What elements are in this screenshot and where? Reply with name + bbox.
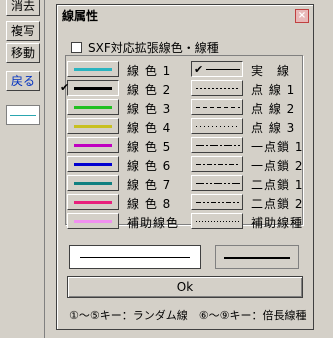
color-swatch — [74, 87, 112, 90]
dialog-title: 線属性 — [62, 9, 99, 23]
checkbox-box[interactable] — [71, 42, 82, 53]
line-pattern-sample — [196, 202, 240, 203]
line-type-solid-button[interactable]: ✔ — [191, 61, 243, 77]
color-swatch — [74, 163, 112, 166]
selected-check-icon: ✔ — [194, 63, 204, 76]
line-color-5-button[interactable] — [67, 137, 119, 153]
line-type-label: 一点鎖 2 — [251, 159, 304, 173]
line-pattern-sample — [196, 88, 240, 89]
ok-button[interactable]: Ok — [67, 276, 303, 298]
line-type-dot3-button[interactable] — [191, 118, 243, 134]
help-text: ①～⑤キー：ランダム線 ⑥～⑨キー：倍長線種 — [69, 309, 307, 322]
line-color-label: 線 色 6 — [127, 159, 172, 173]
line-color-label: 線 色 3 — [127, 102, 172, 116]
line-type-dot1-button[interactable] — [191, 80, 243, 96]
line-color-label: 線 色 7 — [127, 178, 172, 192]
line-type-dashdot1-button[interactable] — [191, 137, 243, 153]
line-pattern-sample — [196, 145, 240, 146]
line-type-label: 二点鎖 2 — [251, 197, 304, 211]
line-type-dashdot2-button[interactable] — [191, 156, 243, 172]
line-type-label: 点 線 1 — [251, 83, 296, 97]
line-pattern-sample — [196, 164, 240, 165]
color-swatch — [74, 144, 112, 147]
line-type-label: 補助線種 — [251, 216, 304, 230]
line-color-7-button[interactable] — [67, 175, 119, 191]
line-color-label: 線 色 8 — [127, 197, 172, 211]
line-color-4-button[interactable] — [67, 118, 119, 134]
erase-button[interactable]: 消去 — [6, 0, 40, 16]
line-color-8-button[interactable] — [67, 194, 119, 210]
line-color-label: 線 色 4 — [127, 121, 172, 135]
line-type-label: 実 線 — [251, 64, 291, 78]
move-button[interactable]: 移動 — [6, 43, 40, 63]
line-preview-gray — [215, 245, 299, 269]
color-swatch — [74, 220, 112, 223]
line-color-label: 線 色 2 — [127, 83, 172, 97]
line-type-aux-button[interactable] — [191, 213, 243, 229]
selected-check-icon: ✔ — [60, 81, 70, 94]
line-color-3-button[interactable] — [67, 99, 119, 115]
undo-button[interactable]: 戻る — [6, 71, 40, 91]
line-color-2-button[interactable]: ✔ — [60, 80, 119, 96]
line-type-dashdotdot2-button[interactable] — [191, 194, 243, 210]
line-color-label: 線 色 1 — [127, 64, 172, 78]
line-pattern-sample — [196, 183, 240, 184]
line-type-label: 二点鎖 1 — [251, 178, 304, 192]
line-pattern-sample — [196, 221, 240, 222]
copy-button[interactable]: 複写 — [6, 21, 40, 41]
line-color-1-button[interactable] — [67, 61, 119, 77]
line-type-label: 点 線 2 — [251, 102, 296, 116]
sxf-extended-checkbox[interactable]: SXF対応拡張線色・線種 — [71, 39, 219, 56]
line-type-label: 一点鎖 1 — [251, 140, 304, 154]
line-type-dashdotdot1-button[interactable] — [191, 175, 243, 191]
color-swatch — [74, 201, 112, 204]
color-swatch — [74, 106, 112, 109]
left-toolbar: 消去 複写 移動 戻る — [0, 0, 45, 338]
color-swatch — [74, 125, 112, 128]
current-line-preview — [6, 105, 40, 125]
line-pattern-sample — [196, 126, 240, 127]
line-attribute-dialog: 線属性 × SXF対応拡張線色・線種 線 色 1 ✔ 線 色 2 線 色 3 線 色 4… — [56, 4, 314, 330]
close-button[interactable]: × — [295, 9, 309, 23]
line-type-dot2-button[interactable] — [191, 99, 243, 115]
line-color-9-button[interactable] — [67, 213, 119, 229]
sxf-checkbox-label: SXF対応拡張線色・線種 — [88, 41, 219, 55]
line-pattern-sample — [196, 107, 240, 108]
color-swatch — [74, 68, 112, 71]
line-preview-white — [69, 245, 201, 269]
color-swatch — [74, 182, 112, 185]
line-type-label: 点 線 3 — [251, 121, 296, 135]
dialog-titlebar: 線属性 × — [59, 7, 311, 25]
line-color-label: 線 色 5 — [127, 140, 172, 154]
line-color-label: 補助線色 — [127, 216, 180, 230]
line-color-6-button[interactable] — [67, 156, 119, 172]
